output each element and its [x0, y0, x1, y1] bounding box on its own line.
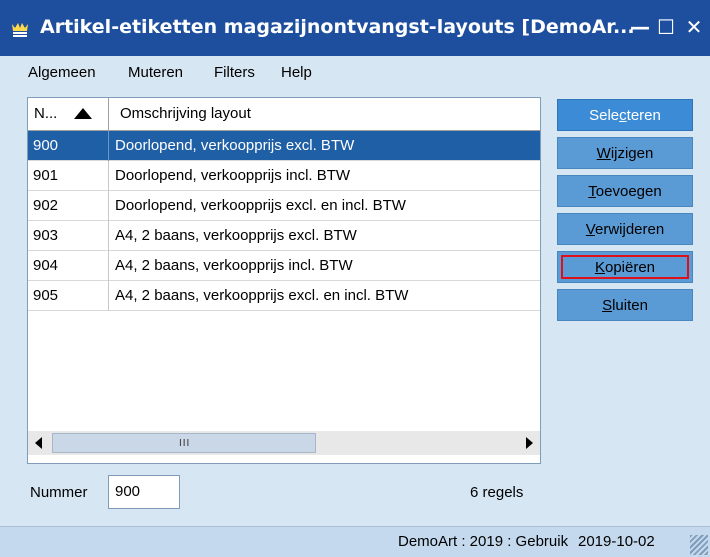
column-header-number[interactable]: N... [28, 98, 108, 130]
scrollbar-grip-icon: III [179, 438, 191, 449]
table-row[interactable]: 900 Doorlopend, verkoopprijs excl. BTW [28, 131, 540, 161]
arrow-right-icon [526, 437, 533, 449]
table-row[interactable]: 902 Doorlopend, verkoopprijs excl. en in… [28, 191, 540, 221]
nummer-label: Nummer [30, 484, 88, 501]
window-title: Artikel-etiketten magazijnontvangst-layo… [40, 16, 635, 38]
layout-table[interactable]: N... Omschrijving layout 900 Doorlopend,… [27, 97, 541, 464]
row-description: A4, 2 baans, verkoopprijs excl. BTW [115, 227, 357, 244]
table-row[interactable]: 901 Doorlopend, verkoopprijs incl. BTW [28, 161, 540, 191]
table-row[interactable]: 903 A4, 2 baans, verkoopprijs excl. BTW [28, 221, 540, 251]
row-description: Doorlopend, verkoopprijs excl. en incl. … [115, 197, 406, 214]
title-bar[interactable]: Artikel-etiketten magazijnontvangst-layo… [0, 0, 710, 56]
toevoegen-label-end: oevoegen [595, 183, 662, 200]
table-header: N... Omschrijving layout [28, 98, 540, 131]
kopieren-label-end: opiëren [604, 259, 656, 276]
row-count-text: 6 regels [470, 484, 524, 501]
column-divider[interactable] [108, 98, 109, 130]
row-number: 902 [33, 197, 59, 214]
selecteren-label-start: Sele [589, 107, 620, 124]
table-row[interactable]: 905 A4, 2 baans, verkoopprijs excl. en i… [28, 281, 540, 311]
column-header-description-label: Omschrijving layout [120, 105, 251, 122]
kopieren-mnemonic: K [594, 259, 605, 276]
scroll-right-button[interactable] [518, 431, 540, 455]
scrollbar-thumb[interactable]: III [52, 433, 316, 453]
menu-algemeen[interactable]: Algemeen [28, 64, 96, 81]
row-number: 900 [33, 137, 59, 154]
wijzigen-mnemonic: W [596, 145, 611, 162]
status-date: 2019-10-02 [578, 533, 655, 550]
selecteren-mnemonic: c [619, 107, 627, 124]
selecteren-label-end: teren [626, 107, 661, 124]
menu-help[interactable]: Help [281, 64, 312, 81]
toevoegen-mnemonic: T [588, 183, 596, 200]
nummer-field[interactable]: 900 [108, 475, 180, 509]
toevoegen-button[interactable]: Toevoegen [557, 175, 693, 207]
close-button[interactable]: ✕ [682, 14, 706, 40]
row-number: 904 [33, 257, 59, 274]
row-description: Doorlopend, verkoopprijs incl. BTW [115, 167, 351, 184]
row-number: 901 [33, 167, 59, 184]
verwijderen-button[interactable]: Verwijderen [557, 213, 693, 245]
menu-filters[interactable]: Filters [214, 64, 255, 81]
minimize-button[interactable]: — [628, 14, 652, 40]
verwijderen-mnemonic: V [585, 221, 595, 238]
resize-grip-icon[interactable] [690, 535, 708, 555]
table-row[interactable]: 904 A4, 2 baans, verkoopprijs incl. BTW [28, 251, 540, 281]
sort-ascending-icon [74, 108, 92, 119]
row-number: 903 [33, 227, 59, 244]
verwijderen-label-end: erwijderen [594, 221, 665, 238]
row-number: 905 [33, 287, 59, 304]
menu-bar: Algemeen Muteren Filters Help [16, 56, 710, 90]
row-description: Doorlopend, verkoopprijs excl. BTW [115, 137, 355, 154]
wijzigen-label-end: ijzigen [610, 145, 654, 162]
app-logo-icon [10, 19, 30, 39]
arrow-left-icon [35, 437, 42, 449]
wijzigen-button[interactable]: Wijzigen [557, 137, 693, 169]
app-window: Artikel-etiketten magazijnontvangst-layo… [0, 0, 710, 557]
status-context: DemoArt : 2019 : Gebruik [398, 533, 569, 550]
sluiten-mnemonic: S [602, 297, 613, 314]
menu-muteren[interactable]: Muteren [128, 64, 183, 81]
status-bar: DemoArt : 2019 : Gebruik 2019-10-02 [0, 526, 710, 557]
horizontal-scrollbar[interactable]: III [28, 431, 540, 455]
maximize-button[interactable]: ☐ [654, 14, 678, 40]
selecteren-button[interactable]: Selecteren [557, 99, 693, 131]
sluiten-button[interactable]: Sluiten [557, 289, 693, 321]
sluiten-label-end: luiten [612, 297, 648, 314]
scroll-left-button[interactable] [28, 431, 50, 455]
row-description: A4, 2 baans, verkoopprijs incl. BTW [115, 257, 353, 274]
kopieren-button[interactable]: Kopiëren [557, 251, 693, 283]
column-header-number-label: N... [34, 105, 58, 122]
column-header-description[interactable]: Omschrijving layout [114, 98, 534, 130]
row-description: A4, 2 baans, verkoopprijs excl. en incl.… [115, 287, 409, 304]
